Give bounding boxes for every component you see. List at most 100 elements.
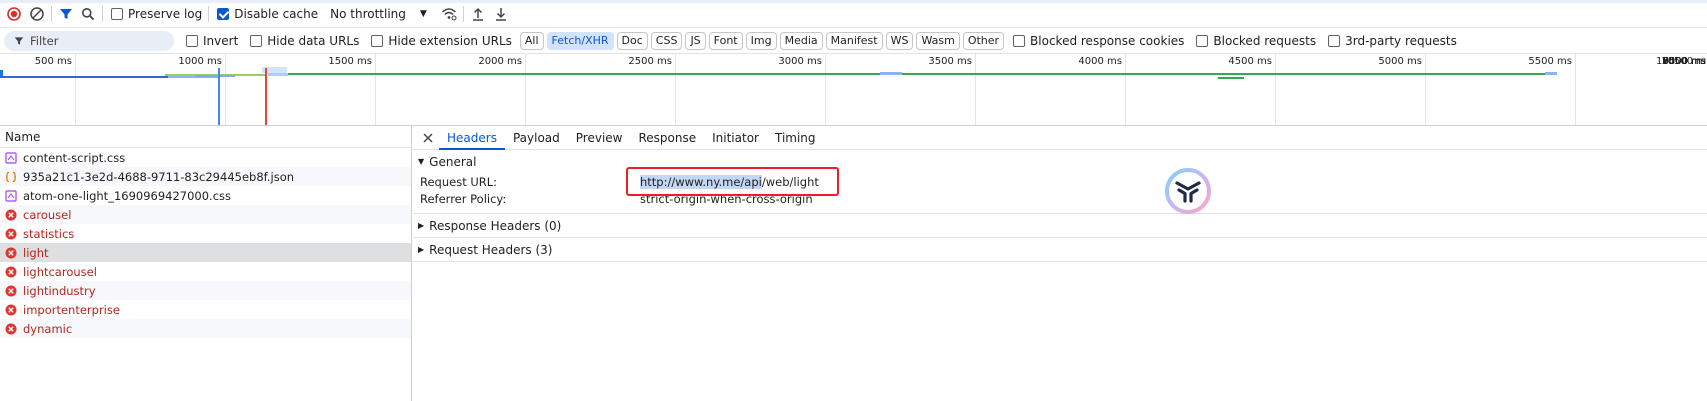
type-filter-ws[interactable]: WS bbox=[885, 31, 914, 50]
hide-data-urls-label: Hide data URLs bbox=[267, 33, 360, 48]
invert-checkbox[interactable]: Invert bbox=[186, 34, 238, 48]
invert-box[interactable] bbox=[186, 34, 198, 47]
tab-initiator[interactable]: Initiator bbox=[704, 126, 767, 149]
type-filter-fetch-xhr[interactable]: Fetch/XHR bbox=[546, 31, 614, 50]
timeline-gridline bbox=[825, 54, 826, 125]
type-filter-manifest[interactable]: Manifest bbox=[825, 31, 883, 50]
record-stop-icon[interactable] bbox=[6, 6, 22, 22]
request-name: content-script.css bbox=[23, 150, 126, 165]
request-url-row: Request URL: http://www.ny.me/api/web/li… bbox=[413, 173, 1707, 190]
toolbar-divider bbox=[51, 5, 52, 22]
request-name: dynamic bbox=[23, 321, 73, 336]
export-har-icon[interactable] bbox=[493, 6, 509, 22]
throttling-select[interactable]: No throttling ▼ bbox=[330, 7, 427, 21]
referrer-policy-row: Referrer Policy: strict-origin-when-cros… bbox=[413, 190, 1707, 207]
request-name: statistics bbox=[23, 226, 75, 241]
toolbar-divider bbox=[462, 5, 464, 22]
name-column-header[interactable]: Name bbox=[0, 126, 411, 148]
timeline-tick-label: 3000 ms bbox=[778, 56, 822, 67]
general-section-header[interactable]: ▼ General bbox=[413, 150, 1707, 173]
timeline-gridline bbox=[675, 54, 676, 125]
request-row[interactable]: statistics bbox=[0, 224, 411, 243]
type-filter-media[interactable]: Media bbox=[779, 31, 823, 50]
timeline-gridline bbox=[1125, 54, 1126, 125]
type-filter-img[interactable]: Img bbox=[745, 31, 777, 50]
hide-extension-urls-box[interactable] bbox=[371, 34, 384, 47]
network-conditions-icon[interactable] bbox=[441, 6, 457, 22]
request-row[interactable]: carousel bbox=[0, 205, 411, 224]
disable-cache-checkbox[interactable]: Disable cache bbox=[217, 7, 318, 21]
stylesheet-file-icon bbox=[5, 151, 17, 164]
type-filter-font[interactable]: Font bbox=[708, 31, 743, 50]
clear-icon[interactable] bbox=[29, 6, 45, 22]
request-headers-title: Request Headers (3) bbox=[429, 242, 553, 257]
error-icon bbox=[5, 266, 17, 278]
filter-input-wrapper[interactable] bbox=[4, 30, 174, 51]
timeline-gridline bbox=[225, 54, 226, 125]
tab-payload[interactable]: Payload bbox=[505, 126, 568, 149]
timeline-tick-label: 3500 ms bbox=[928, 56, 972, 67]
blocked-requests-checkbox[interactable]: Blocked requests bbox=[1196, 34, 1316, 48]
hide-data-urls-box[interactable] bbox=[250, 34, 263, 47]
response-headers-section-header[interactable]: ▶ Response Headers (0) bbox=[413, 214, 1707, 237]
third-party-requests-box[interactable] bbox=[1328, 34, 1341, 47]
request-row[interactable]: atom-one-light_1690969427000.css bbox=[0, 186, 411, 205]
disable-cache-box[interactable] bbox=[217, 7, 230, 20]
extension-logo-icon[interactable] bbox=[1164, 167, 1212, 215]
response-headers-title: Response Headers (0) bbox=[429, 218, 562, 233]
request-row[interactable]: 935a21c1-3e2d-4688-9711-83c29445eb8f.jso… bbox=[0, 167, 411, 186]
type-filter-wasm[interactable]: Wasm bbox=[916, 31, 960, 50]
search-icon[interactable] bbox=[80, 6, 96, 22]
request-row[interactable]: content-script.css bbox=[0, 148, 411, 167]
request-url-rest: /web/light bbox=[761, 174, 819, 189]
tab-timing[interactable]: Timing bbox=[767, 126, 824, 149]
preserve-log-box[interactable] bbox=[111, 7, 123, 20]
details-tabs: Headers Payload Preview Response Initiator Ti… bbox=[413, 126, 1707, 150]
request-headers-section-header[interactable]: ▶ Request Headers (3) bbox=[413, 238, 1707, 261]
request-row[interactable]: lightcarousel bbox=[0, 262, 411, 281]
type-filter-all[interactable]: All bbox=[519, 31, 544, 50]
error-icon bbox=[5, 323, 17, 335]
hide-data-urls-checkbox[interactable]: Hide data URLs bbox=[250, 34, 359, 48]
error-icon bbox=[5, 285, 17, 297]
preserve-log-checkbox[interactable]: Preserve log bbox=[111, 7, 202, 21]
filter-funnel-icon[interactable] bbox=[58, 6, 74, 22]
request-url-value[interactable]: http://www.ny.me/api/web/light bbox=[640, 174, 819, 189]
triangle-right-icon: ▶ bbox=[418, 221, 425, 230]
request-name: lightcarousel bbox=[23, 264, 97, 279]
type-filter-other[interactable]: Other bbox=[962, 31, 1005, 50]
tab-response[interactable]: Response bbox=[630, 126, 704, 149]
triangle-down-icon: ▼ bbox=[418, 157, 425, 166]
json-file-icon bbox=[5, 171, 17, 183]
type-filter-css[interactable]: CSS bbox=[650, 31, 683, 50]
toolbar-top-strip bbox=[0, 0, 1707, 3]
type-filter-doc[interactable]: Doc bbox=[616, 31, 648, 50]
request-row[interactable]: lightindustry bbox=[0, 281, 411, 300]
request-name: lightindustry bbox=[23, 283, 96, 298]
request-row[interactable]: dynamic bbox=[0, 319, 411, 338]
import-har-icon[interactable] bbox=[470, 6, 486, 22]
request-name: light bbox=[23, 245, 49, 260]
dom-content-loaded-marker bbox=[218, 68, 220, 125]
toolbar-divider bbox=[208, 5, 210, 22]
hide-extension-urls-checkbox[interactable]: Hide extension URLs bbox=[371, 34, 512, 48]
tab-preview[interactable]: Preview bbox=[568, 126, 631, 149]
tab-headers[interactable]: Headers bbox=[439, 126, 505, 150]
blocked-requests-box[interactable] bbox=[1196, 34, 1209, 47]
network-overview-timeline[interactable]: 500 ms 1000 ms 1500 ms 2000 ms 2500 ms 3000 m… bbox=[0, 54, 1707, 126]
request-row[interactable]: importenterprise bbox=[0, 300, 411, 319]
timeline-gridline bbox=[525, 54, 526, 125]
request-name: importenterprise bbox=[23, 302, 120, 317]
type-filter-js[interactable]: JS bbox=[685, 31, 706, 50]
third-party-requests-checkbox[interactable]: 3rd-party requests bbox=[1328, 34, 1457, 48]
blocked-response-cookies-checkbox[interactable]: Blocked response cookies bbox=[1013, 34, 1184, 48]
blocked-response-cookies-box[interactable] bbox=[1013, 34, 1026, 47]
name-column-header-label: Name bbox=[5, 129, 41, 144]
close-details-button[interactable] bbox=[413, 126, 439, 149]
overview-bar bbox=[0, 76, 168, 78]
referrer-policy-value: strict-origin-when-cross-origin bbox=[640, 191, 813, 206]
request-row[interactable]: light bbox=[0, 243, 411, 262]
filter-input[interactable] bbox=[30, 33, 160, 48]
timeline-tick-label: 10500 m bbox=[1661, 56, 1706, 67]
timeline-tick-label: 4000 ms bbox=[1078, 56, 1122, 67]
